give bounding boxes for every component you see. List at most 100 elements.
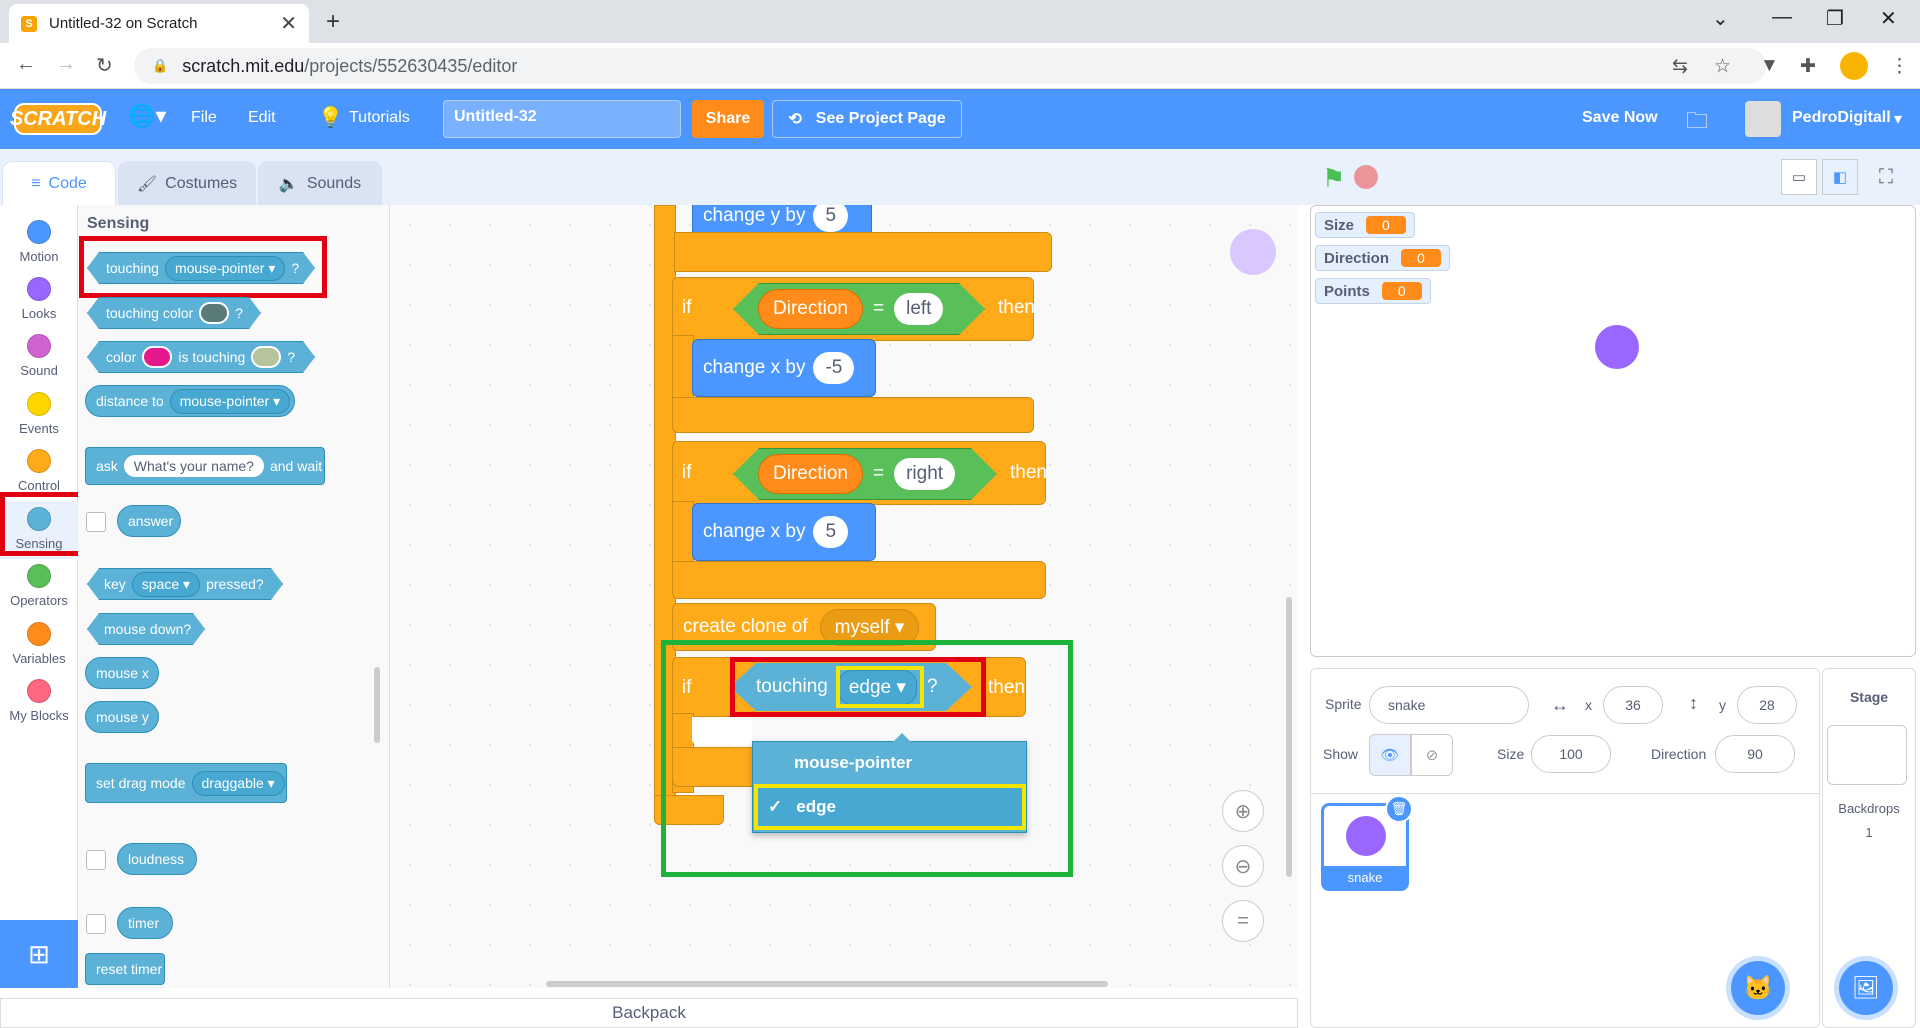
block-change-x-neg5[interactable]: change x by -5 (692, 339, 876, 397)
tab-sounds[interactable]: 🔈 Sounds (258, 161, 382, 205)
category-sound[interactable]: Sound (0, 328, 78, 386)
puzzle-icon[interactable]: ✚ (1800, 55, 1816, 78)
ask-input[interactable]: What's your name? (123, 455, 264, 477)
snake-sprite[interactable] (1595, 325, 1639, 369)
small-stage-icon[interactable]: ▭ (1781, 159, 1817, 195)
block-touching-color[interactable]: touching color? (87, 297, 261, 329)
drag-dropdown[interactable]: draggable ▾ (191, 770, 285, 796)
monitor-direction[interactable]: Direction 0 (1315, 245, 1450, 271)
block-answer[interactable]: answer (117, 505, 181, 537)
change-y-value[interactable]: 5 (813, 205, 849, 232)
y-input[interactable]: 28 (1737, 686, 1797, 724)
block-mouse-down[interactable]: mouse down? (87, 613, 205, 645)
block-timer[interactable]: timer (117, 907, 173, 939)
normal-stage-icon[interactable]: ◧ (1822, 159, 1858, 195)
block-change-x-5[interactable]: change x by 5 (692, 503, 876, 561)
block-mouse-y[interactable]: mouse y (85, 701, 159, 733)
share-button[interactable]: Share (692, 100, 764, 138)
save-now-button[interactable]: Save Now (1582, 109, 1658, 127)
file-menu[interactable]: File (191, 109, 217, 127)
block-distance-to[interactable]: distance to mouse-pointer ▾ (85, 385, 295, 417)
monitor-size[interactable]: Size 0 (1315, 212, 1415, 238)
direction-reporter[interactable]: Direction (758, 289, 863, 329)
username-menu[interactable]: PedroDigitall (1792, 109, 1891, 127)
change-x-value[interactable]: -5 (813, 352, 855, 384)
extension-icon[interactable]: ▼ (1760, 55, 1779, 77)
direction-input[interactable]: 90 (1715, 735, 1795, 773)
tab-costumes[interactable]: 🖌 Costumes (118, 161, 256, 205)
left-value[interactable]: left (894, 293, 943, 325)
url-field[interactable]: 🔒 scratch.mit.edu/projects/552630435/edi… (134, 48, 1766, 84)
project-title-input[interactable]: Untitled-32 (443, 100, 681, 138)
add-extension-button[interactable]: ⊞ (0, 920, 78, 988)
category-variables[interactable]: Variables (0, 616, 78, 674)
fullscreen-icon[interactable]: ⛶ (1868, 159, 1904, 195)
zoom-out-icon[interactable]: ⊖ (1222, 845, 1264, 887)
tab-code[interactable]: ≡ Code (2, 161, 116, 205)
kebab-menu-icon[interactable]: ⋮ (1890, 55, 1909, 78)
category-operators[interactable]: Operators (0, 558, 78, 616)
scratch-logo[interactable]: SCRATCH (10, 103, 106, 135)
loudness-checkbox[interactable] (86, 850, 106, 870)
x-input[interactable]: 36 (1603, 686, 1663, 724)
category-events[interactable]: Events (0, 386, 78, 444)
browser-tab[interactable]: S Untitled-32 on Scratch ✕ (9, 4, 309, 43)
palette-scrollbar[interactable] (374, 667, 380, 743)
monitor-points[interactable]: Points 0 (1315, 278, 1431, 304)
block-reset-timer[interactable]: reset timer (85, 953, 165, 985)
sprite-name-input[interactable]: snake (1369, 686, 1529, 724)
distance-dropdown[interactable]: mouse-pointer ▾ (169, 388, 291, 414)
translate-icon[interactable]: ⇆ (1672, 55, 1688, 78)
see-project-page-button[interactable]: ⟲ See Project Page (772, 100, 962, 138)
equals-operator[interactable]: Direction = left (733, 283, 985, 335)
size-input[interactable]: 100 (1531, 735, 1611, 773)
my-stuff-folder-icon[interactable]: 🗀 (1686, 104, 1708, 142)
block-set-drag-mode[interactable]: set drag mode draggable ▾ (85, 763, 287, 803)
category-looks[interactable]: Looks (0, 271, 78, 329)
workspace-vscrollbar[interactable] (1286, 597, 1292, 877)
tutorials-menu[interactable]: Tutorials (349, 109, 410, 127)
back-icon[interactable]: ← (16, 53, 36, 76)
language-globe-icon[interactable]: 🌐▾ (128, 103, 166, 129)
new-tab-icon[interactable]: + (326, 8, 340, 36)
show-eye-icon[interactable]: 👁 (1369, 734, 1411, 776)
green-flag-icon[interactable]: ⚑ (1322, 163, 1345, 194)
close-tab-icon[interactable]: ✕ (280, 11, 297, 36)
key-dropdown[interactable]: space ▾ (132, 572, 200, 597)
choose-backdrop-icon[interactable]: 🖼 (1839, 961, 1893, 1015)
choose-sprite-cat-icon[interactable]: 🐱 (1731, 961, 1785, 1015)
change-x-value[interactable]: 5 (813, 516, 849, 548)
right-value[interactable]: right (894, 458, 955, 490)
close-window-icon[interactable]: ✕ (1880, 6, 1897, 31)
stop-icon[interactable] (1354, 165, 1378, 189)
color-swatch[interactable] (251, 346, 281, 368)
block-color-is-touching[interactable]: color is touching? (87, 341, 315, 373)
stage-canvas[interactable]: Size 0 Direction 0 Points 0 (1310, 205, 1916, 657)
reload-icon[interactable]: ↻ (96, 53, 113, 78)
restore-icon[interactable]: ❐ (1826, 6, 1844, 31)
backpack-bar[interactable]: Backpack (0, 998, 1298, 1028)
direction-reporter[interactable]: Direction (758, 454, 863, 494)
user-avatar[interactable] (1745, 101, 1781, 137)
timer-checkbox[interactable] (86, 914, 106, 934)
zoom-in-icon[interactable]: ⊕ (1222, 790, 1264, 832)
category-my-blocks[interactable]: My Blocks (0, 673, 78, 731)
equals-operator[interactable]: Direction = right (733, 448, 997, 500)
zoom-reset-icon[interactable]: = (1222, 900, 1264, 942)
minimize-icon[interactable]: — (1772, 6, 1792, 29)
category-motion[interactable]: Motion (0, 214, 78, 272)
profile-menu-icon[interactable]: ⌄ (1712, 6, 1729, 31)
block-loudness[interactable]: loudness (117, 843, 197, 875)
workspace-hscrollbar[interactable] (546, 981, 1108, 987)
stage-thumbnail[interactable] (1827, 725, 1907, 785)
profile-avatar-icon[interactable] (1840, 52, 1868, 80)
color-swatch[interactable] (199, 302, 229, 324)
forward-icon[interactable]: → (56, 53, 76, 76)
stage-selector-panel[interactable]: Stage Backdrops 1 🖼 (1822, 668, 1916, 1028)
chevron-down-icon[interactable]: ▾ (1894, 109, 1902, 129)
color-swatch[interactable] (142, 346, 172, 368)
edit-menu[interactable]: Edit (248, 109, 276, 127)
bookmark-star-icon[interactable]: ☆ (1714, 55, 1731, 78)
answer-checkbox[interactable] (86, 512, 106, 532)
block-mouse-x[interactable]: mouse x (85, 657, 159, 689)
